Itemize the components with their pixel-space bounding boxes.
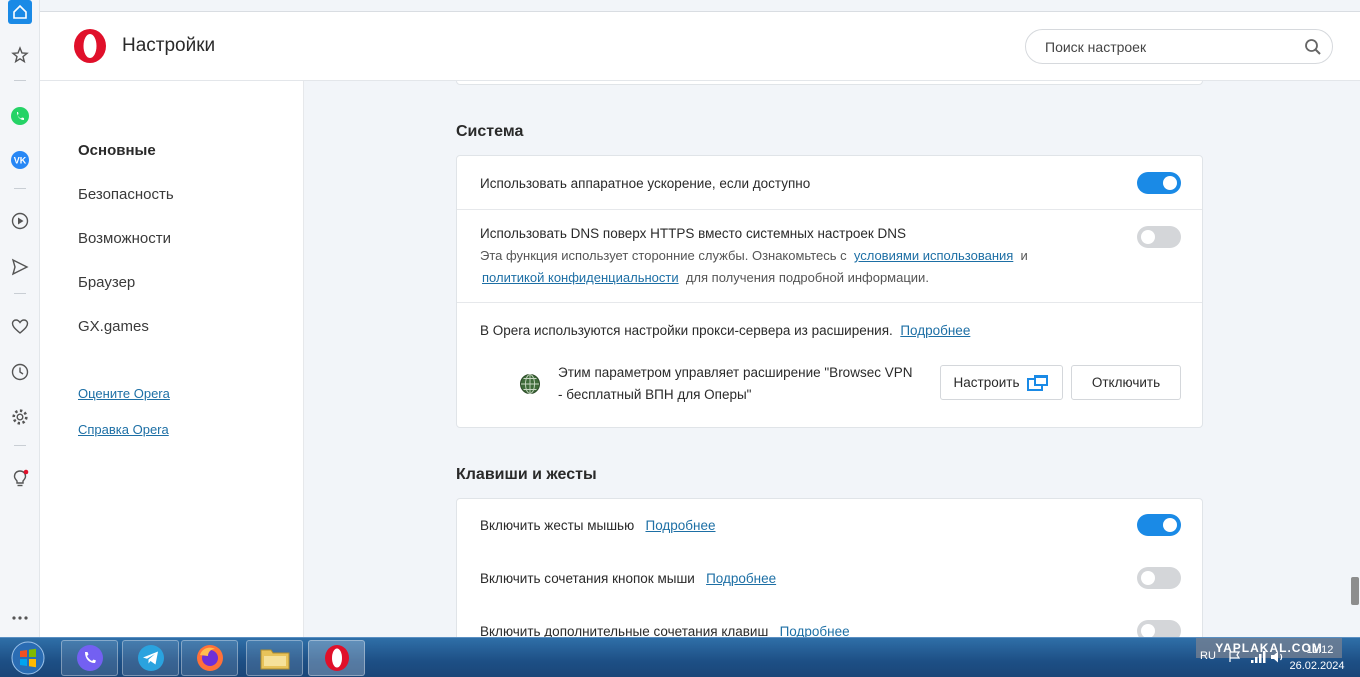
section-title-system: Система xyxy=(456,123,524,140)
hw-accel-label: Использовать аппаратное ускорение, если … xyxy=(480,176,811,191)
nav-item-security[interactable]: Безопасность xyxy=(78,186,174,203)
gear-icon[interactable] xyxy=(8,405,32,429)
whatsapp-icon[interactable] xyxy=(8,104,32,128)
extension-text-line1: Этим параметром управляет расширение "Br… xyxy=(558,365,913,380)
send-icon[interactable] xyxy=(8,255,32,279)
firefox-icon xyxy=(196,645,223,671)
dns-toggle[interactable] xyxy=(1137,226,1181,248)
player-icon[interactable] xyxy=(8,209,32,233)
nav-item-basic[interactable]: Основные xyxy=(78,142,156,159)
opera-logo-icon xyxy=(72,28,108,64)
scrollbar-thumb[interactable] xyxy=(1351,577,1359,605)
mouse-gestures-row: Включить жесты мышью Подробнее xyxy=(457,499,1202,552)
open-window-icon xyxy=(1027,374,1049,391)
search-input[interactable] xyxy=(1045,37,1295,57)
rocker-gestures-row: Включить сочетания кнопок мыши Подробнее xyxy=(457,552,1202,605)
rate-opera-link[interactable]: Оцените Opera xyxy=(78,386,170,401)
rocker-gestures-label: Включить сочетания кнопок мыши xyxy=(480,571,695,586)
taskbar-explorer[interactable] xyxy=(246,640,303,676)
advanced-shortcuts-more-link[interactable]: Подробнее xyxy=(780,624,850,637)
proxy-more-link[interactable]: Подробнее xyxy=(900,323,970,338)
nav-item-gx-games[interactable]: GX.games xyxy=(78,318,149,335)
history-icon[interactable] xyxy=(8,360,32,384)
telegram-icon xyxy=(137,645,164,671)
proxy-text: В Opera используются настройки прокси-се… xyxy=(480,323,971,338)
tray-language[interactable]: RU xyxy=(1200,650,1216,662)
browsec-globe-icon xyxy=(519,373,541,395)
opera-help-link[interactable]: Справка Opera xyxy=(78,422,169,437)
system-card: Использовать аппаратное ускорение, если … xyxy=(456,155,1203,428)
disable-extension-button[interactable]: Отключить xyxy=(1071,365,1181,400)
vk-icon[interactable]: VK xyxy=(8,148,32,172)
taskbar: YAPLAKAL.COM RU 11:12 26.02.2024 xyxy=(0,637,1360,677)
nav-item-features[interactable]: Возможности xyxy=(78,230,171,247)
section-title-shortcuts: Клавиши и жесты xyxy=(456,466,597,483)
dns-row: Использовать DNS поверх HTTPS вместо сис… xyxy=(457,210,1202,303)
advanced-shortcuts-toggle[interactable] xyxy=(1137,620,1181,637)
network-icon[interactable] xyxy=(1250,650,1266,664)
viber-icon xyxy=(76,645,103,671)
taskbar-viber[interactable] xyxy=(61,640,118,676)
shortcuts-card: Включить жесты мышью Подробнее Включить … xyxy=(456,498,1203,637)
proxy-row: В Opera используются настройки прокси-се… xyxy=(457,303,1202,429)
privacy-policy-link[interactable]: политикой конфиденциальности xyxy=(482,270,679,285)
advanced-shortcuts-label: Включить дополнительные сочетания клавиш xyxy=(480,624,769,637)
previous-card xyxy=(456,81,1203,85)
lightbulb-icon[interactable] xyxy=(8,467,32,491)
taskbar-opera[interactable] xyxy=(308,640,365,676)
search-icon[interactable] xyxy=(1304,38,1322,56)
tray-clock-time[interactable]: 11:12 xyxy=(1290,644,1350,656)
extension-text-line2: - бесплатный ВПН для Оперы" xyxy=(558,387,752,402)
rocker-gestures-more-link[interactable]: Подробнее xyxy=(706,571,776,586)
settings-main: Система Использовать аппаратное ускорени… xyxy=(304,81,1350,637)
taskbar-firefox[interactable] xyxy=(181,640,238,676)
mouse-gestures-label: Включить жесты мышью xyxy=(480,518,635,533)
terms-of-use-link[interactable]: условиями использования xyxy=(854,248,1013,263)
search-box[interactable] xyxy=(1025,29,1333,64)
nav-item-browser[interactable]: Браузер xyxy=(78,274,135,291)
svg-text:VK: VK xyxy=(14,156,27,166)
more-icon[interactable] xyxy=(8,606,32,630)
mouse-gestures-toggle[interactable] xyxy=(1137,514,1181,536)
taskbar-telegram[interactable] xyxy=(122,640,179,676)
configure-extension-button[interactable]: Настроить xyxy=(940,365,1063,400)
opera-icon xyxy=(324,645,349,671)
star-icon[interactable] xyxy=(8,43,32,67)
start-button[interactable] xyxy=(6,640,50,676)
dns-description: Эта функция использует сторонние службы.… xyxy=(480,248,1028,263)
heart-icon[interactable] xyxy=(8,315,32,339)
page-title: Настройки xyxy=(122,35,216,56)
scrollbar[interactable] xyxy=(1350,81,1360,637)
tray-clock-date[interactable]: 26.02.2024 xyxy=(1282,660,1352,672)
hw-accel-row: Использовать аппаратное ускорение, если … xyxy=(457,156,1202,210)
settings-nav: Основные Безопасность Возможности Браузе… xyxy=(40,81,304,637)
settings-header: Настройки xyxy=(40,11,1360,81)
rocker-gestures-toggle[interactable] xyxy=(1137,567,1181,589)
opera-sidebar: VK xyxy=(0,0,40,637)
folder-icon xyxy=(260,649,289,670)
advanced-shortcuts-row: Включить дополнительные сочетания клавиш… xyxy=(457,605,1202,637)
hw-accel-toggle[interactable] xyxy=(1137,172,1181,194)
windows-logo-icon xyxy=(11,641,45,675)
dns-label: Использовать DNS поверх HTTPS вместо сис… xyxy=(480,226,907,241)
flag-icon[interactable] xyxy=(1228,651,1242,663)
dns-description-2: политикой конфиденциальности для получен… xyxy=(482,270,929,285)
mouse-gestures-more-link[interactable]: Подробнее xyxy=(645,518,715,533)
home-icon[interactable] xyxy=(8,0,32,24)
